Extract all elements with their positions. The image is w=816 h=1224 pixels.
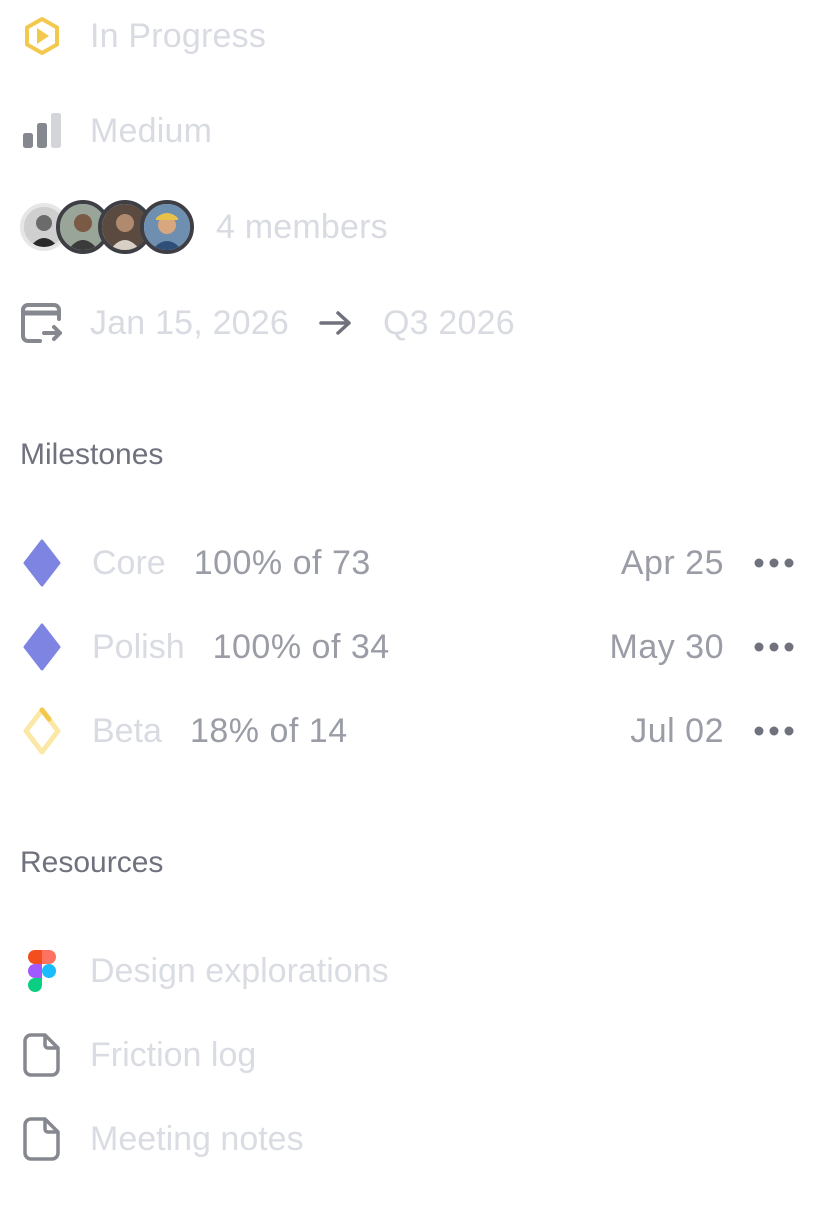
more-icon [754,558,794,568]
start-date[interactable]: Jan 15, 2026 [90,304,289,343]
resource-item[interactable]: Design explorations [20,943,796,999]
avatar[interactable] [140,200,194,254]
priority-medium-icon [20,109,64,153]
resource-label[interactable]: Friction log [90,1036,256,1075]
milestone-row[interactable]: Beta 18% of 14 Jul 02 [20,703,796,759]
status-property[interactable]: In Progress [20,8,796,64]
milestone-name: Beta [92,711,162,750]
milestone-name: Polish [92,627,185,666]
diamond-partial-icon [20,706,64,756]
milestone-row[interactable]: Core 100% of 73 Apr 25 [20,535,796,591]
priority-label: Medium [90,111,213,150]
resource-item[interactable]: Meeting notes [20,1111,796,1167]
dates-property[interactable]: Jan 15, 2026 Q3 2026 [20,295,796,351]
document-icon [20,1032,64,1078]
more-icon [754,726,794,736]
status-in-progress-icon [20,14,64,58]
milestone-progress: 100% of 73 [193,543,371,582]
members-label: 4 members [216,207,388,246]
milestone-progress: 18% of 14 [189,711,348,750]
resources-heading: Resources [20,846,164,879]
document-icon [20,1116,64,1162]
milestone-progress: 100% of 34 [212,627,390,666]
resource-item[interactable]: Friction log [20,1027,796,1083]
milestones-heading: Milestones [20,438,164,471]
figma-icon [20,948,64,994]
more-icon [754,642,794,652]
diamond-complete-icon [20,622,64,672]
more-options-button[interactable] [752,709,796,753]
member-avatars[interactable] [20,200,194,254]
target-date[interactable]: Q3 2026 [383,304,515,343]
resource-label[interactable]: Meeting notes [90,1120,304,1159]
more-options-button[interactable] [752,541,796,585]
status-label: In Progress [90,16,267,55]
resource-label[interactable]: Design explorations [90,952,389,991]
arrow-right-icon [319,310,353,336]
milestone-name: Core [92,543,166,582]
milestone-date: May 30 [609,627,724,666]
priority-property[interactable]: Medium [20,103,796,159]
milestone-date: Apr 25 [620,543,724,582]
members-property[interactable]: 4 members [20,199,796,255]
milestone-row[interactable]: Polish 100% of 34 May 30 [20,619,796,675]
more-options-button[interactable] [752,625,796,669]
milestone-date: Jul 02 [630,711,724,750]
diamond-complete-icon [20,538,64,588]
calendar-arrow-icon [20,301,64,345]
